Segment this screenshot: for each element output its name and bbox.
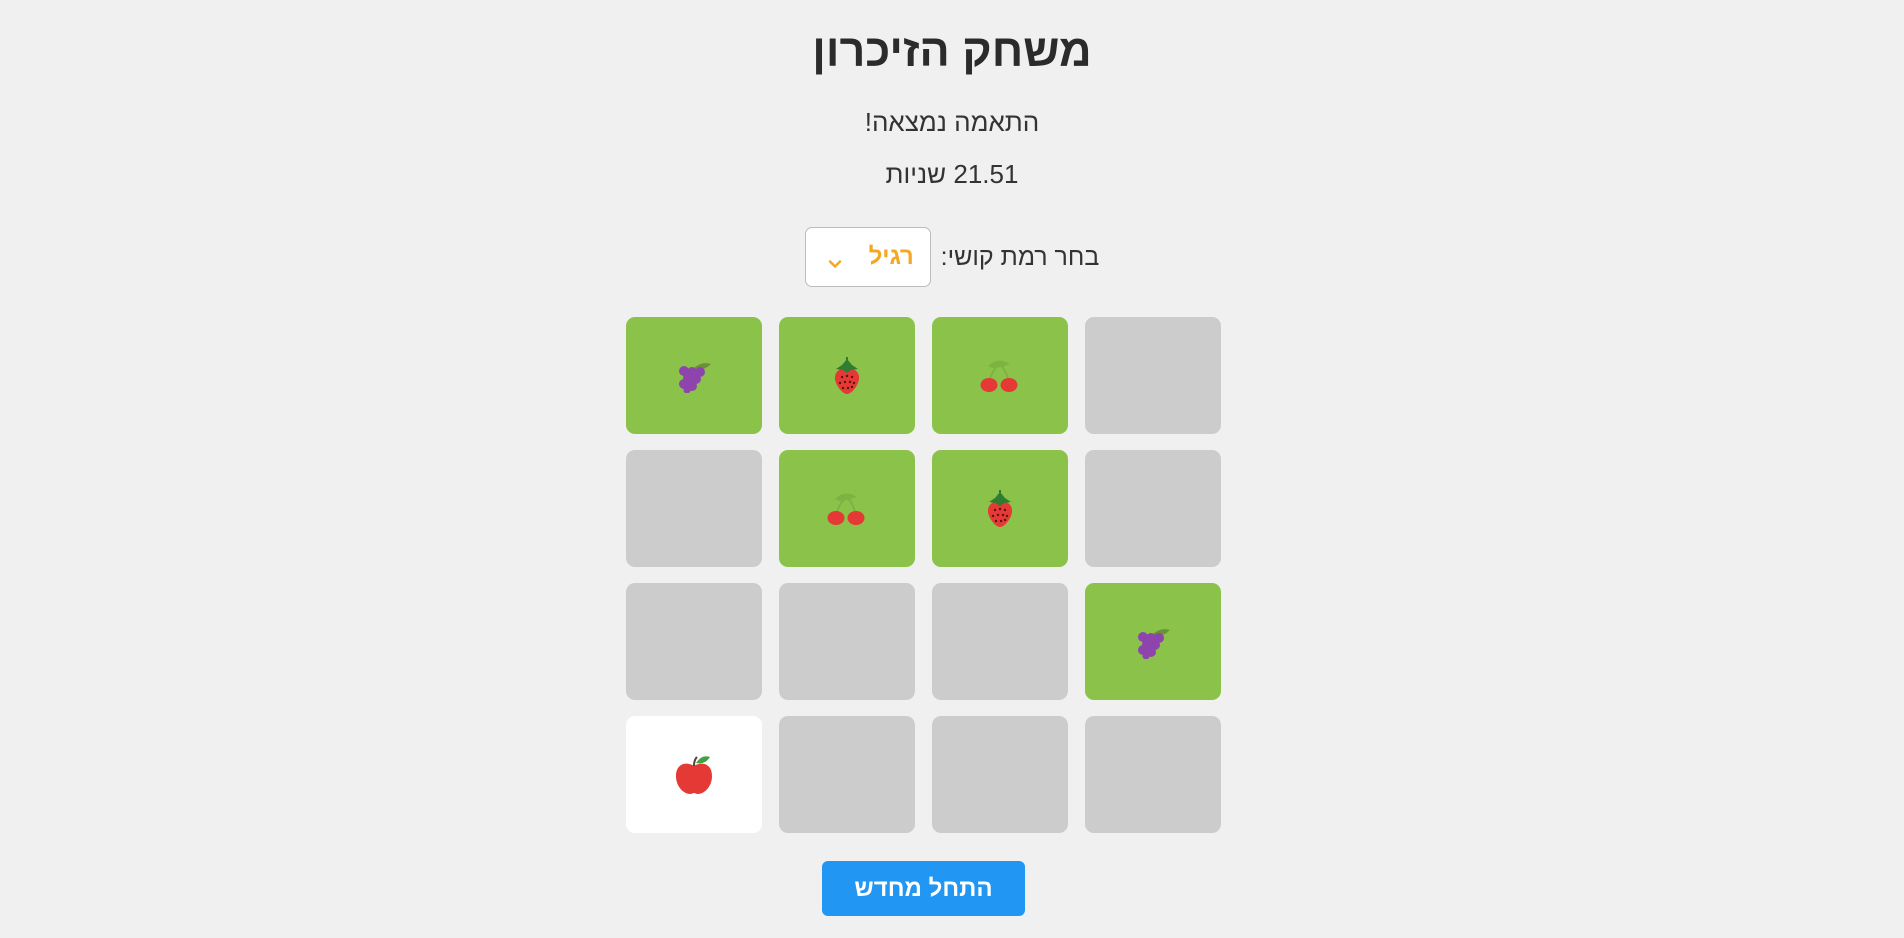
page-title: משחק הזיכרון <box>812 25 1092 76</box>
memory-card[interactable] <box>1085 583 1221 700</box>
restart-button[interactable]: התחל מחדש <box>822 861 1025 916</box>
memory-card[interactable] <box>1085 716 1221 833</box>
grapes-icon <box>674 359 714 393</box>
strawberry-icon <box>983 489 1017 529</box>
difficulty-selector: בחר רמת קושי: רגיל <box>0 227 1904 287</box>
difficulty-label: בחר רמת קושי: <box>940 242 1100 271</box>
timer-value: 21.51 <box>953 159 1019 189</box>
chevron-down-icon <box>828 250 842 268</box>
memory-card[interactable] <box>779 716 915 833</box>
memory-card[interactable] <box>626 716 762 833</box>
memory-card[interactable] <box>779 317 915 434</box>
memory-card[interactable] <box>626 583 762 700</box>
memory-card[interactable] <box>1085 317 1221 434</box>
memory-card[interactable] <box>932 716 1068 833</box>
memory-card[interactable] <box>779 583 915 700</box>
memory-card[interactable] <box>779 450 915 567</box>
cherries-icon <box>978 358 1022 394</box>
apple-icon <box>672 755 716 795</box>
match-status: התאמה נמצאה! <box>864 107 1040 137</box>
memory-card[interactable] <box>1085 450 1221 567</box>
difficulty-select[interactable]: רגיל <box>804 227 931 287</box>
cherries-icon <box>825 491 869 527</box>
memory-card[interactable] <box>932 450 1068 567</box>
memory-card[interactable] <box>932 317 1068 434</box>
difficulty-selected-value: רגיל <box>868 243 914 270</box>
memory-card[interactable] <box>626 317 762 434</box>
memory-card[interactable] <box>626 450 762 567</box>
card-board <box>626 317 1221 833</box>
memory-game-page: משחק הזיכרון התאמה נמצאה! 21.51 שניות בח… <box>0 0 1904 938</box>
grapes-icon <box>1133 625 1173 659</box>
timer-unit: שניות <box>885 159 947 189</box>
memory-card[interactable] <box>932 583 1068 700</box>
strawberry-icon <box>830 356 864 396</box>
timer: 21.51 שניות <box>0 159 1904 190</box>
